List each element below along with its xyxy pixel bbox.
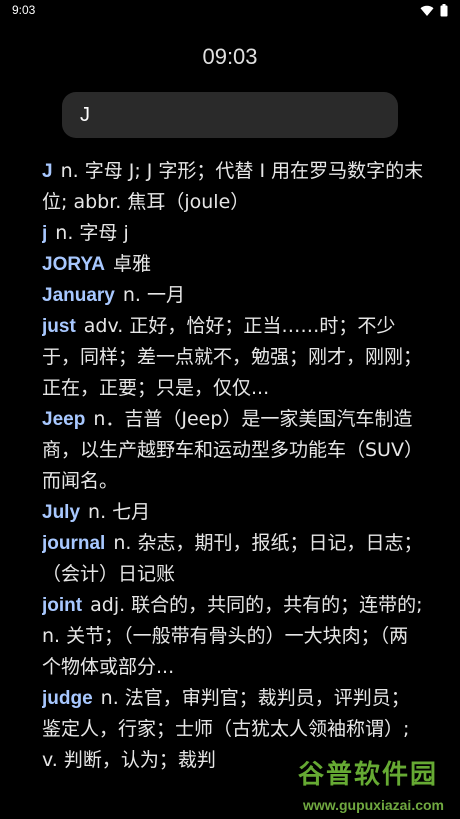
entry-definition: adj. 联合的，共同的，共有的；连带的; n. 关节；（一般带有骨头的）一大块… <box>42 594 423 678</box>
entry-word: J <box>42 161 53 182</box>
list-item[interactable]: judge n. 法官，审判官；裁判员，评判员；鉴定人，行家；士师（古犹太人领袖称… <box>42 683 426 776</box>
entry-word: July <box>42 502 81 523</box>
entry-word: journal <box>42 533 106 554</box>
entry-definition: n. 字母 j <box>55 222 129 244</box>
entry-definition: n. 七月 <box>88 501 151 523</box>
entry-word: j <box>42 223 48 244</box>
entry-word: just <box>42 316 76 337</box>
list-item[interactable]: j n. 字母 j <box>42 218 426 249</box>
list-item[interactable]: JORYA 卓雅 <box>42 249 426 280</box>
search-box[interactable] <box>62 92 398 138</box>
entry-word: JORYA <box>42 254 106 275</box>
wifi-icon <box>420 5 434 16</box>
list-item[interactable]: Jeep n．吉普（Jeep）是一家美国汽车制造商，以生产越野车和运动型多功能车（… <box>42 404 426 497</box>
battery-icon <box>440 4 448 17</box>
search-input[interactable] <box>80 103 380 127</box>
entry-definition: 卓雅 <box>113 253 152 275</box>
list-item[interactable]: joint adj. 联合的，共同的，共有的；连带的; n. 关节；（一般带有骨头… <box>42 590 426 683</box>
list-item[interactable]: journal n. 杂志，期刊，报纸；日记，日志；（会计）日记账 <box>42 528 426 590</box>
entry-word: joint <box>42 595 83 616</box>
entry-definition: n. 法官，审判官；裁判员，评判员；鉴定人，行家；士师（古犹太人领袖称谓）; v… <box>42 687 410 771</box>
entry-definition: n. 一月 <box>122 284 185 306</box>
clock: 09:03 <box>202 44 258 69</box>
list-item[interactable]: just adv. 正好，恰好；正当……时；不少于，同样；差一点就不，勉强；刚才，… <box>42 311 426 404</box>
entry-definition: n．吉普（Jeep）是一家美国汽车制造商，以生产越野车和运动型多功能车（SUV）… <box>42 408 423 492</box>
list-item[interactable]: Jn. 字母 J; J 字形；代替 I 用在罗马数字的末位; abbr. 焦耳（… <box>42 156 426 218</box>
list-item[interactable]: January n. 一月 <box>42 280 426 311</box>
entry-word: judge <box>42 688 93 709</box>
results-list: Jn. 字母 J; J 字形；代替 I 用在罗马数字的末位; abbr. 焦耳（… <box>42 156 426 819</box>
entry-word: January <box>42 285 115 306</box>
entry-definition: adv. 正好，恰好；正当……时；不少于，同样；差一点就不，勉强；刚才，刚刚；正… <box>42 315 423 399</box>
status-time: 9:03 <box>12 3 36 17</box>
list-item[interactable]: July n. 七月 <box>42 497 426 528</box>
entry-definition: n. 字母 J; J 字形；代替 I 用在罗马数字的末位; abbr. 焦耳（j… <box>42 160 424 213</box>
status-icons <box>420 4 448 17</box>
status-bar: 9:03 <box>0 0 460 22</box>
entry-word: Jeep <box>42 409 86 430</box>
